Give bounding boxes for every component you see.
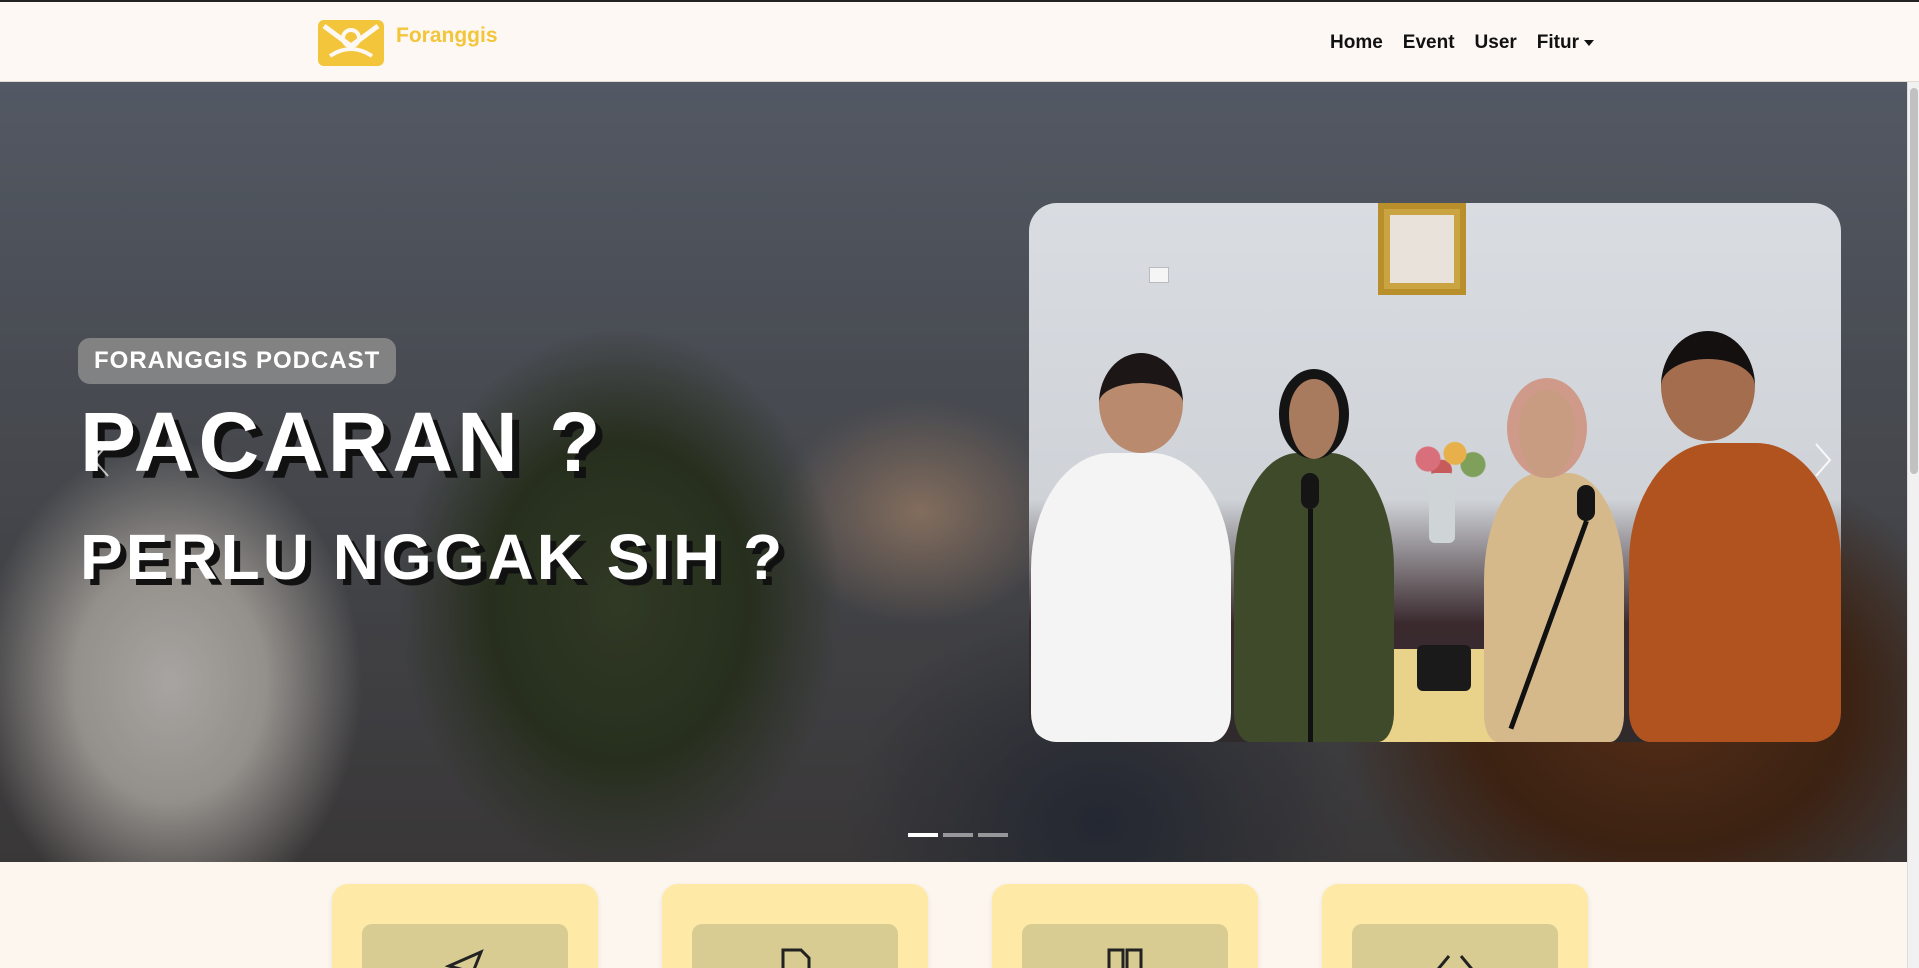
feature-card-2[interactable] [662,884,928,968]
carousel-prev-icon[interactable] [86,440,116,480]
nav-link-user[interactable]: User [1475,32,1517,54]
features-section [0,862,1907,968]
page-scrollbar[interactable] [1907,82,1919,968]
brand-name: Foranggis [396,24,498,47]
nav-link-home[interactable]: Home [1330,32,1383,54]
podcast-photo [1029,203,1841,742]
person-1 [1031,453,1231,742]
feature-card-4[interactable] [1322,884,1588,968]
code-icon [1437,955,1473,968]
person-4-head [1661,331,1755,441]
feature-icon-box [1022,924,1228,968]
wall-picture-frame [1378,203,1466,295]
feature-icon-box [362,924,568,968]
vase [1429,473,1455,543]
hero-headline-1: PACARAN ? [80,395,605,489]
person-3-head [1507,378,1587,478]
scrollbar-thumb[interactable] [1910,88,1918,474]
carousel-indicator-3[interactable] [978,833,1008,837]
send-icon [445,949,484,968]
hero-carousel: FORANGGIS PODCAST PACARAN ? PERLU NGGAK … [0,82,1907,862]
camera [1417,645,1471,691]
foranggis-logo-icon [318,20,384,66]
person-4 [1629,443,1841,742]
person-2-head [1279,369,1349,459]
microphone [1301,473,1319,509]
wall-switch [1149,267,1169,283]
brand[interactable]: Foranggis [316,16,498,68]
podcast-badge: FORANGGIS PODCAST [78,338,397,384]
hero-headline-2: PERLU NGGAK SIH ? [80,521,786,593]
carousel-indicators [908,833,1013,837]
columns-icon [1107,948,1143,968]
feature-icon-box [692,924,898,968]
carousel-indicator-1[interactable] [908,833,938,837]
feature-card-3[interactable] [992,884,1258,968]
feature-card-1[interactable] [332,884,598,968]
mic-stand [1308,509,1313,742]
caret-down-icon [1584,40,1595,46]
feature-icon-box [1352,924,1558,968]
microphone [1577,485,1595,521]
main-nav: Home Event User Fitur [1330,32,1614,54]
carousel-next-icon[interactable] [1808,440,1838,480]
nav-dropdown-label: Fitur [1536,32,1580,53]
nav-link-event[interactable]: Event [1403,32,1455,54]
document-icon [781,948,811,968]
navbar: Foranggis Home Event User Fitur [0,2,1919,82]
nav-dropdown-fitur[interactable]: Fitur [1536,32,1595,54]
person-1-head [1099,353,1183,453]
carousel-indicator-2[interactable] [943,833,973,837]
